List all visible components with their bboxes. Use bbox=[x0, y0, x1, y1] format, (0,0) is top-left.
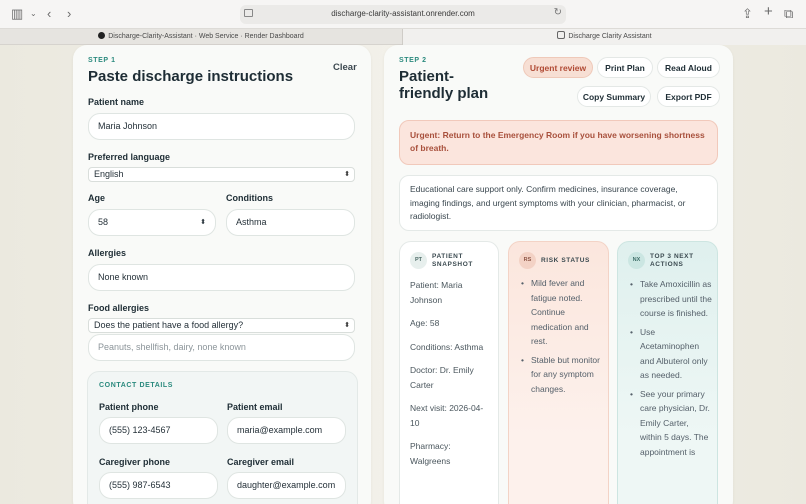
reload-icon[interactable]: ↻ bbox=[554, 7, 562, 18]
snapshot-item: Pharmacy: Walgreens bbox=[410, 441, 451, 466]
browser-toolbar: ▥ ⌄ ‹ › discharge-clarity-assistant.onre… bbox=[0, 0, 806, 29]
snapshot-item: Patient: Maria Johnson bbox=[410, 280, 463, 305]
action-item: Take Amoxicillin as prescribed until the… bbox=[630, 277, 712, 321]
forward-icon[interactable]: › bbox=[67, 7, 71, 21]
input-panel: STEP 1 Paste discharge instructions Clea… bbox=[73, 45, 371, 504]
clear-button[interactable]: Clear bbox=[333, 62, 357, 73]
language-label: Preferred language bbox=[88, 152, 171, 162]
urgent-alert: Urgent: Return to the Emergency Room if … bbox=[399, 120, 718, 165]
risk-status-card: RS RISK STATUS Mild fever and fatigue no… bbox=[508, 241, 609, 504]
snapshot-item: Next visit: 2026-04-10 bbox=[410, 403, 484, 428]
new-tab-icon[interactable]: + bbox=[764, 4, 773, 19]
actions-title-line1: TOP 3 NEXT bbox=[650, 253, 694, 260]
snapshot-badge: PT bbox=[410, 252, 427, 269]
patient-email-label: Patient email bbox=[227, 402, 283, 412]
panel-title: Paste discharge instructions bbox=[88, 68, 294, 85]
food-allergy-select-value: Does the patient have a food allergy? bbox=[94, 320, 244, 330]
render-favicon-icon bbox=[98, 32, 106, 39]
chevron-down-icon[interactable]: ⌄ bbox=[30, 7, 37, 21]
allergies-input[interactable]: None known bbox=[88, 264, 355, 291]
caregiver-phone-label: Caregiver phone bbox=[99, 457, 171, 467]
select-arrows-icon: ⬍ bbox=[344, 322, 350, 329]
snapshot-title-line2: SNAPSHOT bbox=[432, 261, 473, 268]
caregiver-phone-input[interactable]: (555) 987-6543 bbox=[99, 472, 218, 499]
conditions-label: Conditions bbox=[226, 193, 273, 203]
allergies-label: Allergies bbox=[88, 248, 127, 258]
tab-overview-icon[interactable]: ⧉ bbox=[784, 7, 793, 21]
export-pdf-button[interactable]: Export PDF bbox=[657, 86, 720, 107]
tab-bar: Discharge-Clarity-Assistant · Web Servic… bbox=[0, 29, 806, 45]
risk-item: Mild fever and fatigue noted. Continue m… bbox=[521, 276, 603, 349]
action-item: See your primary care physician, Dr. Emi… bbox=[630, 387, 712, 460]
caregiver-email-label: Caregiver email bbox=[227, 457, 295, 467]
back-icon[interactable]: ‹ bbox=[47, 7, 51, 21]
tab-label: Discharge Clarity Assistant bbox=[568, 33, 652, 40]
patient-email-input[interactable]: maria@example.com bbox=[227, 417, 346, 444]
snapshot-item: Doctor: Dr. Emily Carter bbox=[410, 365, 474, 390]
panel-title-line1: Patient- bbox=[399, 68, 455, 85]
next-actions-card: NX TOP 3 NEXT ACTIONS Take Amoxicillin a… bbox=[617, 241, 718, 504]
panel-title-line2: friendly plan bbox=[399, 85, 489, 102]
snapshot-title-line1: PATIENT bbox=[432, 253, 464, 260]
step-label: STEP 1 bbox=[88, 57, 116, 64]
sidebar-toggle-icon[interactable]: ▥ bbox=[11, 7, 23, 21]
language-value: English bbox=[94, 169, 124, 179]
print-plan-button[interactable]: Print Plan bbox=[597, 57, 653, 78]
page: STEP 1 Paste discharge instructions Clea… bbox=[0, 45, 806, 504]
conditions-input[interactable]: Asthma bbox=[226, 209, 355, 236]
snapshot-item: Conditions: Asthma bbox=[410, 341, 484, 352]
contact-heading: CONTACT DETAILS bbox=[99, 382, 174, 389]
food-allergies-label: Food allergies bbox=[88, 303, 150, 313]
patient-snapshot-card: PT PATIENT SNAPSHOT Patient: Maria Johns… bbox=[399, 241, 499, 504]
select-arrows-icon: ⬍ bbox=[344, 171, 350, 178]
actions-title-line2: ACTIONS bbox=[650, 261, 684, 268]
share-icon[interactable]: ⇪ bbox=[742, 7, 753, 21]
stepper-icon[interactable]: ⬍ bbox=[200, 210, 206, 235]
patient-name-label: Patient name bbox=[88, 97, 145, 107]
patient-name-input[interactable]: Maria Johnson bbox=[88, 113, 355, 140]
actions-badge: NX bbox=[628, 252, 645, 269]
patient-phone-input[interactable]: (555) 123-4567 bbox=[99, 417, 218, 444]
food-allergy-input[interactable]: Peanuts, shellfish, dairy, none known bbox=[88, 334, 355, 361]
caregiver-email-input[interactable]: daughter@example.com bbox=[227, 472, 346, 499]
tab-discharge-assistant[interactable]: Discharge Clarity Assistant bbox=[403, 29, 806, 45]
address-bar[interactable]: discharge-clarity-assistant.onrender.com… bbox=[240, 5, 566, 24]
snapshot-item: Age: 58 bbox=[410, 318, 440, 328]
risk-list: Mild fever and fatigue noted. Continue m… bbox=[521, 276, 603, 400]
actions-title: TOP 3 NEXT ACTIONS bbox=[650, 253, 694, 269]
age-input[interactable]: 58 ⬍ bbox=[88, 209, 216, 236]
output-panel: STEP 2 Patient- friendly plan Urgent rev… bbox=[384, 45, 733, 504]
risk-title: RISK STATUS bbox=[541, 257, 590, 264]
language-select[interactable]: English ⬍ bbox=[88, 167, 355, 182]
tab-label: Discharge-Clarity-Assistant · Web Servic… bbox=[108, 33, 304, 40]
snapshot-list: Patient: Maria Johnson Age: 58 Condition… bbox=[410, 278, 490, 477]
copy-summary-button[interactable]: Copy Summary bbox=[577, 86, 651, 107]
snapshot-title: PATIENT SNAPSHOT bbox=[432, 253, 473, 269]
tab-render-dashboard[interactable]: Discharge-Clarity-Assistant · Web Servic… bbox=[0, 29, 403, 45]
urgent-review-badge[interactable]: Urgent review bbox=[523, 57, 593, 78]
read-aloud-button[interactable]: Read Aloud bbox=[657, 57, 720, 78]
disclaimer-note: Educational care support only. Confirm m… bbox=[399, 175, 718, 231]
risk-badge: RS bbox=[519, 252, 536, 269]
action-item: Use Acetaminophen and Albuterol only as … bbox=[630, 325, 712, 383]
patient-phone-label: Patient phone bbox=[99, 402, 159, 412]
url-text: discharge-clarity-assistant.onrender.com bbox=[331, 9, 475, 18]
age-label: Age bbox=[88, 193, 106, 203]
age-value: 58 bbox=[98, 217, 109, 227]
food-allergy-select[interactable]: Does the patient have a food allergy? ⬍ bbox=[88, 318, 355, 333]
step-label: STEP 2 bbox=[399, 57, 427, 64]
actions-list: Take Amoxicillin as prescribed until the… bbox=[630, 277, 712, 463]
risk-item: Stable but monitor for any symptom chang… bbox=[521, 353, 603, 397]
app-favicon-icon bbox=[557, 31, 566, 39]
contact-details-section: CONTACT DETAILS Patient phone (555) 123-… bbox=[87, 371, 358, 504]
